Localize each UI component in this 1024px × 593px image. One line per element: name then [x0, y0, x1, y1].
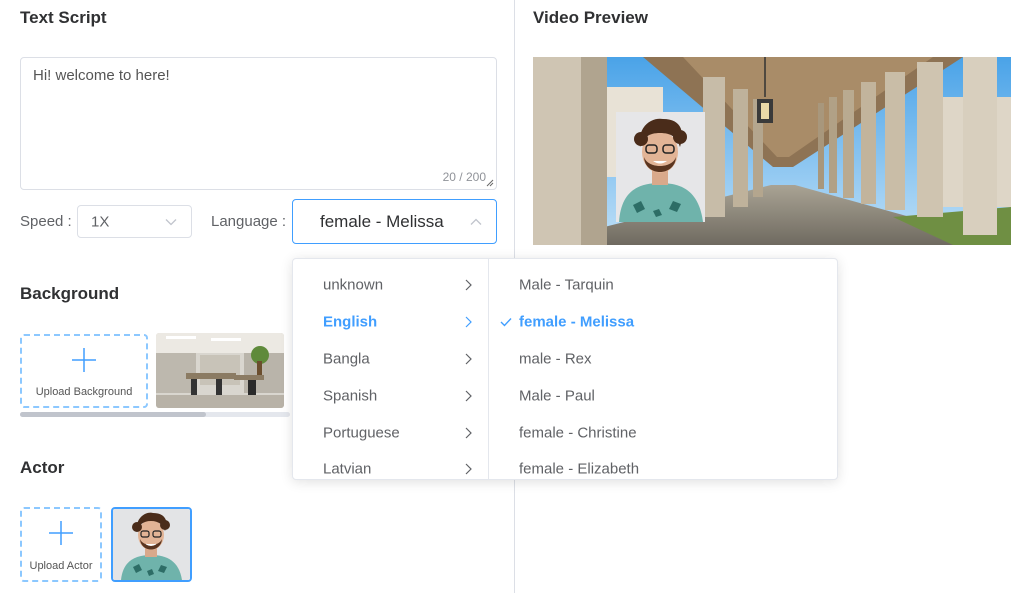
office-image: [156, 333, 284, 408]
chevron-down-icon: [165, 218, 177, 225]
chevron-right-icon: [465, 427, 472, 438]
language-value: female - Melissa: [320, 211, 444, 231]
text-script-content: Hi! welcome to here!: [33, 67, 170, 84]
language-option-latvian[interactable]: Latvian: [293, 450, 488, 479]
background-scrollbar-thumb[interactable]: [20, 412, 206, 417]
language-label: Language :: [211, 213, 287, 230]
text-script-input[interactable]: Hi! welcome to here! 20 / 200: [20, 57, 497, 190]
background-title: Background: [20, 284, 120, 303]
chevron-right-icon: [465, 316, 472, 327]
chevron-right-icon: [465, 353, 472, 364]
upload-actor-label: Upload Actor: [29, 560, 93, 572]
plus-icon: [49, 521, 73, 545]
voice-menu: Male - Tarquin female - Melissa male - R…: [489, 259, 837, 479]
language-option-unknown[interactable]: unknown: [293, 266, 488, 303]
speed-label: Speed :: [20, 213, 72, 230]
background-thumbnail-office[interactable]: [156, 333, 284, 408]
language-menu: unknown English Bangla Spanish Portugues…: [293, 259, 489, 479]
actor-thumbnail[interactable]: [111, 507, 192, 582]
video-preview[interactable]: [533, 57, 1011, 245]
video-preview-title: Video Preview: [533, 8, 648, 27]
voice-option-male-tarquin[interactable]: Male - Tarquin: [489, 266, 837, 303]
resize-handle-icon[interactable]: [486, 179, 494, 187]
chevron-right-icon: [465, 279, 472, 290]
actor-image: [113, 509, 190, 580]
video-preview-image: [533, 57, 1011, 245]
upload-background-label: Upload Background: [35, 386, 133, 398]
language-option-spanish[interactable]: Spanish: [293, 377, 488, 414]
character-count: 20 / 200: [442, 170, 486, 184]
speed-value: 1X: [91, 213, 110, 230]
check-icon: [500, 317, 512, 327]
upload-actor-button[interactable]: Upload Actor: [20, 507, 102, 582]
language-cascader-dropdown: unknown English Bangla Spanish Portugues…: [292, 258, 838, 480]
voice-option-female-elizabeth[interactable]: female - Elizabeth: [489, 450, 837, 479]
actor-title: Actor: [20, 458, 65, 477]
chevron-right-icon: [465, 390, 472, 401]
upload-background-button[interactable]: Upload Background: [20, 334, 148, 408]
voice-option-female-christine[interactable]: female - Christine: [489, 414, 837, 451]
voice-option-male-paul[interactable]: Male - Paul: [489, 377, 837, 414]
language-option-english[interactable]: English: [293, 303, 488, 340]
chevron-up-icon: [470, 218, 482, 225]
language-option-bangla[interactable]: Bangla: [293, 340, 488, 377]
voice-option-male-rex[interactable]: male - Rex: [489, 340, 837, 377]
text-script-title: Text Script: [20, 8, 107, 27]
language-option-portuguese[interactable]: Portuguese: [293, 414, 488, 451]
chevron-right-icon: [465, 463, 472, 474]
speed-select[interactable]: 1X: [77, 205, 192, 238]
language-select[interactable]: female - Melissa: [292, 199, 497, 244]
voice-option-female-melissa[interactable]: female - Melissa: [489, 303, 837, 340]
plus-icon: [72, 348, 96, 372]
